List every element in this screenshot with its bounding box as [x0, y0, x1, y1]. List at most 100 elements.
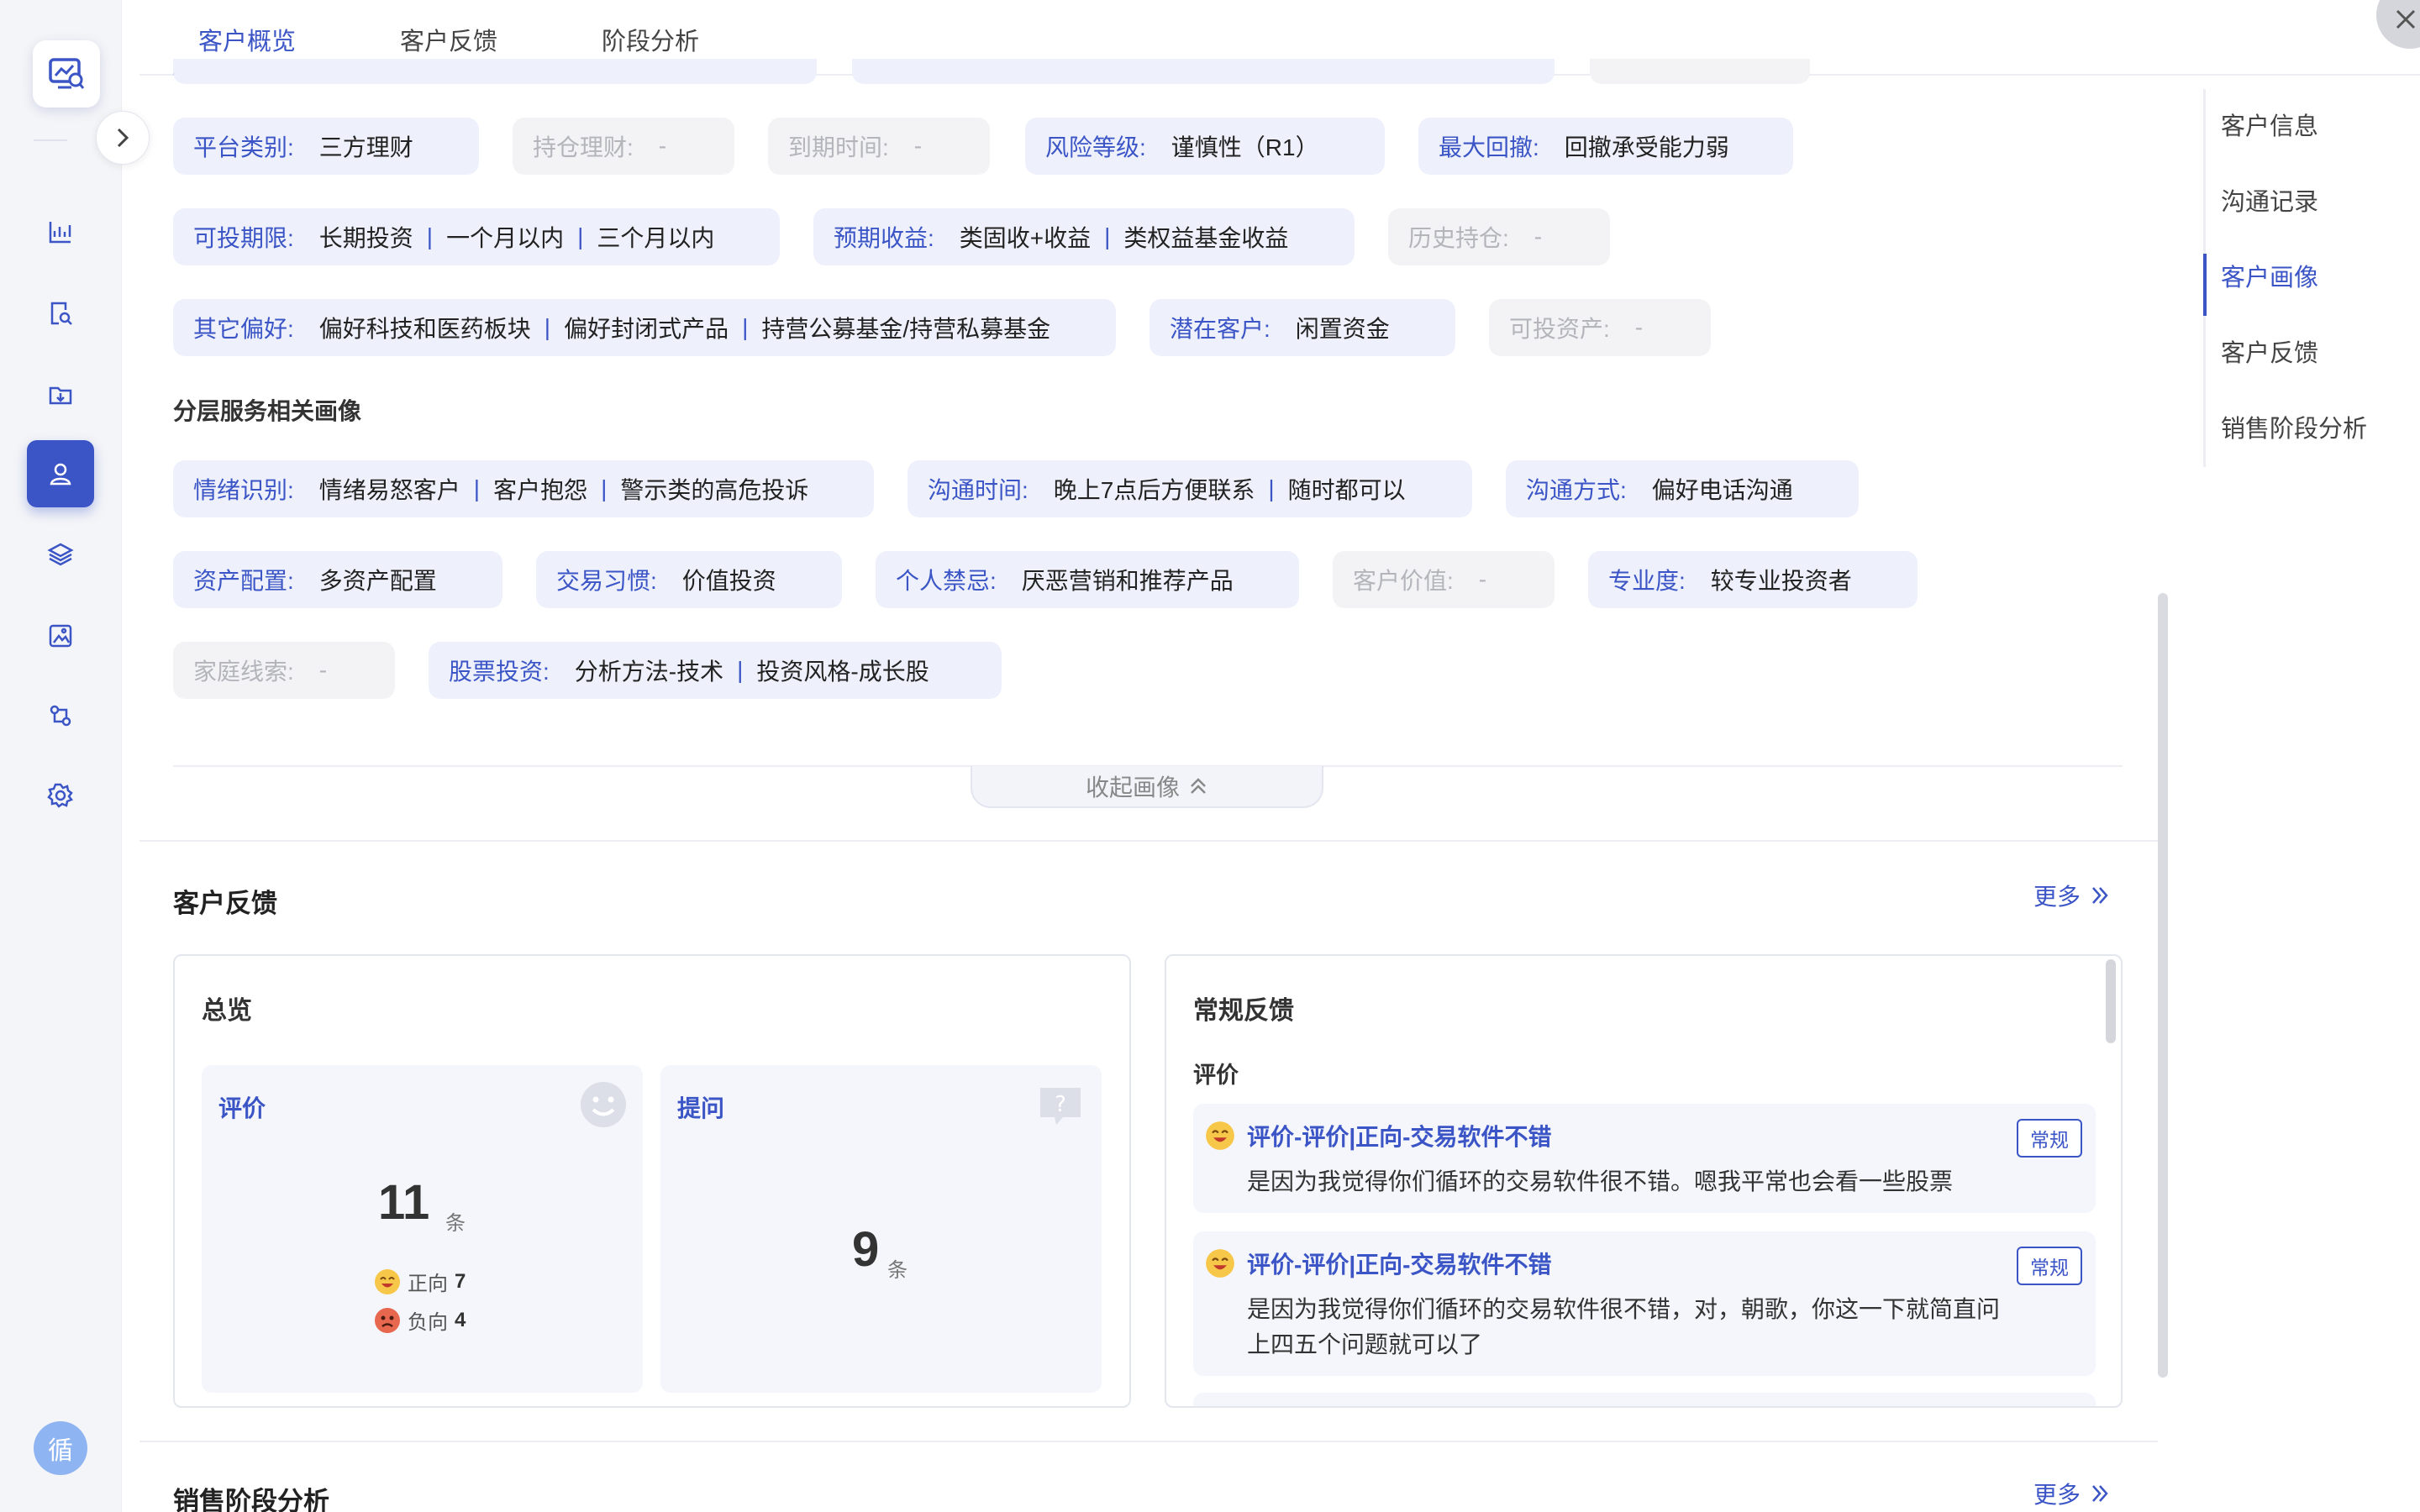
chip-key: 最大回撤:: [1439, 134, 1539, 160]
feedback-more-link[interactable]: 更多: [2033, 879, 2111, 912]
more-label: 更多: [2033, 884, 2081, 910]
chip-contact-method: 沟通方式: 偏好电话沟通: [1506, 460, 1859, 517]
positive-label: 正向: [408, 1273, 448, 1295]
chip-value: 投资风格-成长股: [756, 659, 929, 685]
sales-stage-more-link[interactable]: 更多: [2033, 1477, 2111, 1510]
feedback-item-title[interactable]: 评价-评价|正向-交易软件不错: [1247, 1247, 1551, 1280]
chip-value: 持营公募基金/持营私募基金: [761, 316, 1051, 342]
chip-emotion-recognition: 情绪识别: 情绪易怒客户 | 客户抱怨 | 警示类的高危投诉: [173, 460, 874, 517]
chip-clipped: [852, 59, 1555, 84]
chip-holding-wealth: 持仓理财: -: [513, 118, 734, 175]
regular-feedback-subtitle: 评价: [1193, 1063, 1239, 1088]
svg-text:?: ?: [1055, 1092, 1066, 1117]
chip-key: 持仓理财:: [533, 134, 634, 160]
rating-stat-panel: 评价 11 条 正向 7 负向 4: [202, 1065, 643, 1393]
layers-icon[interactable]: [27, 521, 94, 588]
feedback-section-title: 客户反馈: [173, 889, 277, 918]
chip-key: 交易习惯:: [556, 568, 657, 594]
chip-key: 情绪识别:: [193, 477, 294, 503]
rating-count: 11: [378, 1175, 430, 1230]
chip-family-clue: 家庭线索: -: [173, 642, 395, 699]
chip-risk-level: 风险等级: 谨慎性（R1）: [1025, 118, 1385, 175]
overview-card: 总览 评价 11 条 正向 7 负向 4 提问 ? 9 条: [173, 954, 1131, 1408]
anchor-customer-feedback[interactable]: 客户反馈: [2206, 316, 2420, 391]
chip-value: 随时都可以: [1287, 477, 1406, 503]
chip-key: 个人禁忌:: [896, 568, 997, 594]
question-bubble-icon: ?: [1040, 1088, 1081, 1125]
smiley-face-icon: [581, 1082, 626, 1127]
chip-value: 偏好封闭式产品: [564, 316, 729, 342]
feedback-item-body: 是因为我觉得你们循环的交易软件很不错，对，朝歌，你这一下就简直问上四五个问题就可…: [1247, 1296, 2001, 1357]
question-unit: 条: [887, 1259, 908, 1282]
chip-max-drawdown: 最大回撤: 回撤承受能力弱: [1418, 118, 1793, 175]
rail-divider: [34, 139, 67, 141]
question-label: 提问: [677, 1095, 725, 1121]
chip-value: 客户抱怨: [493, 477, 588, 503]
anchor-nav: 客户信息 沟通记录 客户画像 客户反馈 销售阶段分析: [2203, 89, 2420, 467]
folder-download-icon[interactable]: [27, 361, 94, 428]
chip-clipped: [1590, 59, 1810, 84]
rating-unit: 条: [445, 1212, 466, 1235]
anchor-sales-stage[interactable]: 销售阶段分析: [2206, 391, 2420, 467]
collapse-label: 收起画像: [1085, 774, 1180, 801]
image-report-icon[interactable]: [27, 602, 94, 669]
feedback-item-tag: 常规: [2017, 1247, 2082, 1285]
main-scrollbar[interactable]: [2158, 593, 2168, 1378]
document-search-icon[interactable]: [27, 280, 94, 347]
chip-value: -: [658, 133, 667, 159]
overview-title: 总览: [202, 997, 252, 1025]
section-divider: [139, 1441, 2158, 1442]
chip-key: 到期时间:: [788, 134, 889, 160]
chip-value: 类固收+收益: [959, 225, 1092, 251]
chip-key: 家庭线索:: [193, 659, 294, 685]
chip-separator: |: [473, 475, 481, 501]
feedback-list-item[interactable]: 评价-评价|正向-交易软件不错 常规 是因为我觉得你们循环的交易软件很不错。嗯我…: [1193, 1104, 2096, 1213]
more-label: 更多: [2033, 1482, 2081, 1508]
chip-separator: |: [544, 314, 551, 340]
chip-value: -: [318, 657, 328, 683]
chip-key: 预期收益:: [834, 225, 934, 251]
positive-count: 7: [455, 1269, 466, 1293]
chip-key: 可投期限:: [193, 225, 294, 251]
collapse-portrait-button[interactable]: 收起画像: [971, 766, 1323, 808]
app-logo-icon[interactable]: [33, 40, 100, 108]
chip-value: 厌恶营销和推荐产品: [1021, 568, 1234, 594]
chip-expected-return: 预期收益: 类固收+收益 | 类权益基金收益: [813, 208, 1355, 265]
expand-rail-chevron-icon[interactable]: [96, 111, 150, 165]
anchor-customer-info[interactable]: 客户信息: [2206, 89, 2420, 165]
chip-value: 闲置资金: [1295, 316, 1390, 342]
chevron-double-right-icon: [2092, 887, 2108, 904]
anchor-customer-portrait[interactable]: 客户画像: [2203, 240, 2420, 316]
chip-key: 股票投资:: [449, 659, 550, 685]
negative-emoji-icon: [375, 1307, 400, 1333]
chip-key: 沟通时间:: [928, 477, 1028, 503]
chip-maturity-time: 到期时间: -: [768, 118, 990, 175]
chip-value: 三个月以内: [597, 225, 715, 251]
anchor-communication-log[interactable]: 沟通记录: [2206, 165, 2420, 240]
feedback-item-title[interactable]: 评价-评价|正向-交易软件不错: [1247, 1119, 1551, 1152]
chip-customer-value: 客户价值: -: [1333, 551, 1555, 608]
feedback-list-scrollbar[interactable]: [2106, 959, 2116, 1043]
negative-count: 4: [455, 1308, 466, 1331]
chip-trading-habit: 交易习惯: 价值投资: [536, 551, 842, 608]
chip-value: 三方理财: [318, 134, 413, 160]
chip-personal-taboo: 个人禁忌: 厌恶营销和推荐产品: [876, 551, 1299, 608]
chip-key: 客户价值:: [1353, 568, 1454, 594]
analytics-chart-icon[interactable]: [27, 198, 94, 265]
customer-profile-icon[interactable]: [27, 440, 94, 507]
chip-other-preferences: 其它偏好: 偏好科技和医药板块 | 偏好封闭式产品 | 持营公募基金/持营私募基金: [173, 299, 1116, 356]
chip-asset-allocation: 资产配置: 多资产配置: [173, 551, 502, 608]
chip-value: 长期投资: [318, 225, 413, 251]
chip-separator: |: [742, 314, 749, 340]
user-avatar[interactable]: 循: [34, 1421, 87, 1475]
chevron-double-up-icon: [1191, 778, 1206, 794]
chip-stock-investing: 股票投资: 分析方法-技术 | 投资风格-成长股: [429, 642, 1002, 699]
flow-connect-icon[interactable]: [27, 682, 94, 749]
positive-emoji-icon: [1206, 1249, 1234, 1278]
chip-history-holding: 历史持仓: -: [1388, 208, 1610, 265]
settings-gear-icon[interactable]: [27, 762, 94, 829]
chip-key: 可投资产:: [1509, 316, 1610, 342]
feedback-list-item[interactable]: 评价-评价|正向-交易软件不错 常规 是因为我觉得你们循环的交易软件很不错，对，…: [1193, 1231, 2096, 1376]
chip-separator: |: [426, 223, 434, 249]
question-stat-panel: 提问 ? 9 条: [660, 1065, 1102, 1393]
